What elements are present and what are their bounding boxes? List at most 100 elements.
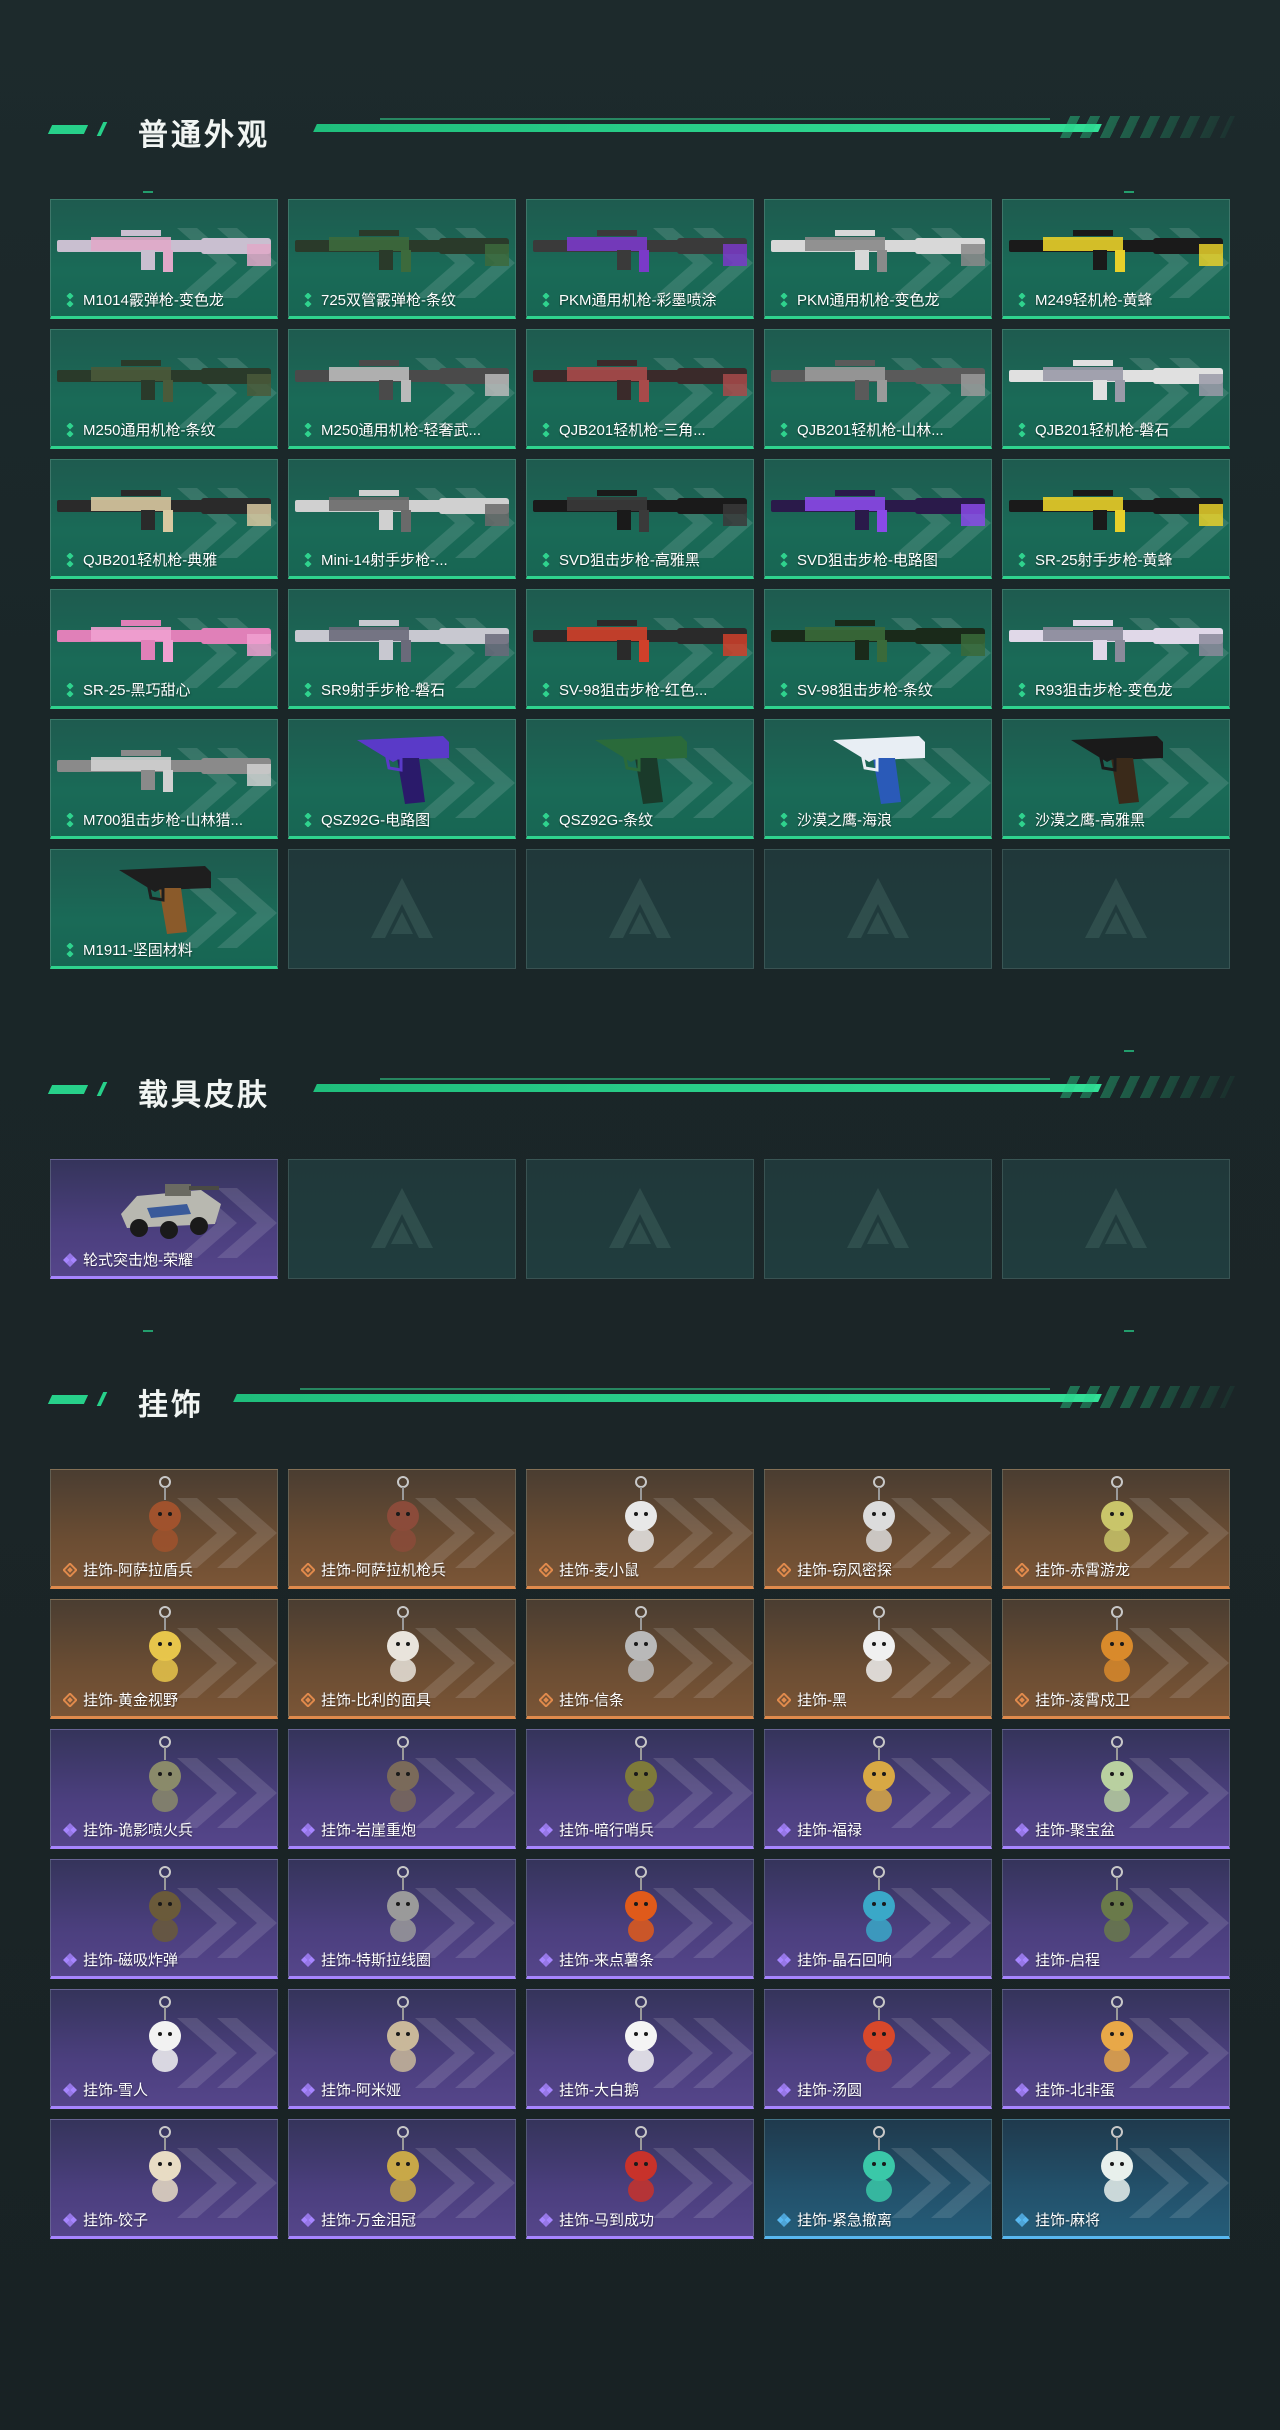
header-accent: [47, 1085, 89, 1094]
vehicle-card[interactable]: 轮式突击炮-荣耀: [50, 1159, 278, 1279]
charm-card[interactable]: 挂饰-岩崖重炮: [288, 1729, 516, 1849]
charm-card[interactable]: 挂饰-暗行哨兵: [526, 1729, 754, 1849]
skin-card[interactable]: M1014霰弹枪-变色龙: [50, 199, 278, 319]
skin-card[interactable]: M250通用机枪-条纹: [50, 329, 278, 449]
skin-card[interactable]: M1911-坚固材料: [50, 849, 278, 969]
diamond-dots-icon: [780, 293, 788, 307]
skin-card[interactable]: SVD狙击步枪-高雅黑: [526, 459, 754, 579]
skin-card[interactable]: QSZ92G-条纹: [526, 719, 754, 839]
charm-card[interactable]: 挂饰-黑: [764, 1599, 992, 1719]
diamond-dots-icon: [1018, 553, 1026, 567]
diamond-dots-icon: [542, 813, 550, 827]
charm-image: [387, 1606, 419, 1682]
empty-slot: [1002, 1159, 1230, 1279]
charm-card[interactable]: 挂饰-阿米娅: [288, 1989, 516, 2109]
charm-card[interactable]: 挂饰-启程: [1002, 1859, 1230, 1979]
diamond-dots-icon: [304, 553, 312, 567]
charm-image: [625, 1996, 657, 2072]
diamond-dots-icon: [542, 423, 550, 437]
purple-diamond-icon: [539, 1823, 553, 1837]
charm-card[interactable]: 挂饰-麻将: [1002, 2119, 1230, 2239]
weapon-image: [57, 230, 271, 272]
weapon-image: [57, 360, 271, 402]
charm-card[interactable]: 挂饰-汤圆: [764, 1989, 992, 2109]
skin-card[interactable]: QJB201轻机枪-山林...: [764, 329, 992, 449]
skin-card[interactable]: R93狙击步枪-变色龙: [1002, 589, 1230, 709]
item-name: 挂饰-北非蛋: [1035, 2082, 1115, 2099]
skin-card[interactable]: SR-25-黑巧甜心: [50, 589, 278, 709]
skin-card[interactable]: 725双管霰弹枪-条纹: [288, 199, 516, 319]
skin-card[interactable]: QJB201轻机枪-三角...: [526, 329, 754, 449]
section-header-skins: 普通外观: [47, 108, 1236, 152]
charm-image: [863, 1866, 895, 1942]
charm-card[interactable]: 挂饰-紧急撤离: [764, 2119, 992, 2239]
diamond-dots-icon: [66, 943, 74, 957]
skin-card[interactable]: PKM通用机枪-彩墨喷涂: [526, 199, 754, 319]
charm-card[interactable]: 挂饰-比利的面具: [288, 1599, 516, 1719]
skin-card[interactable]: 沙漠之鹰-海浪: [764, 719, 992, 839]
charm-card[interactable]: 挂饰-福禄: [764, 1729, 992, 1849]
charm-image: [387, 2126, 419, 2202]
charm-image: [149, 1996, 181, 2072]
skin-card[interactable]: SR-25射手步枪-黄蜂: [1002, 459, 1230, 579]
item-name: SV-98狙击步枪-红色...: [559, 682, 708, 699]
charm-card[interactable]: 挂饰-特斯拉线圈: [288, 1859, 516, 1979]
charm-image: [1101, 1736, 1133, 1812]
charm-card[interactable]: 挂饰-饺子: [50, 2119, 278, 2239]
weapon-image: [295, 360, 509, 402]
weapon-image: [771, 360, 985, 402]
item-name: M700狙击步枪-山林猎...: [83, 812, 244, 829]
charm-card[interactable]: 挂饰-麦小鼠: [526, 1469, 754, 1589]
charm-card[interactable]: 挂饰-雪人: [50, 1989, 278, 2109]
charm-card[interactable]: 挂饰-诡影喷火兵: [50, 1729, 278, 1849]
purple-diamond-icon: [301, 1953, 315, 1967]
skin-card[interactable]: M250通用机枪-轻奢武...: [288, 329, 516, 449]
weapon-image: [833, 736, 925, 804]
charm-card[interactable]: 挂饰-赤霄游龙: [1002, 1469, 1230, 1589]
diamond-dots-icon: [542, 683, 550, 697]
skin-card[interactable]: SR9射手步枪-磐石: [288, 589, 516, 709]
charm-image: [625, 1736, 657, 1812]
item-name: 挂饰-来点薯条: [559, 1952, 654, 1969]
charm-card[interactable]: 挂饰-聚宝盆: [1002, 1729, 1230, 1849]
weapon-image: [595, 736, 687, 804]
charm-card[interactable]: 挂饰-北非蛋: [1002, 1989, 1230, 2109]
skin-card[interactable]: QJB201轻机枪-典雅: [50, 459, 278, 579]
section-header-vehicles: 载具皮肤: [47, 1068, 1236, 1112]
item-name: QJB201轻机枪-磐石: [1035, 422, 1170, 439]
skin-card[interactable]: QSZ92G-电路图: [288, 719, 516, 839]
skin-card[interactable]: PKM通用机枪-变色龙: [764, 199, 992, 319]
diamond-dots-icon: [780, 813, 788, 827]
orange-diamond-icon: [301, 1693, 315, 1707]
skin-card[interactable]: SV-98狙击步枪-条纹: [764, 589, 992, 709]
divider-tick: [1124, 191, 1134, 193]
charm-card[interactable]: 挂饰-黄金视野: [50, 1599, 278, 1719]
item-name: 挂饰-启程: [1035, 1952, 1100, 1969]
purple-diamond-icon: [301, 2213, 315, 2227]
diamond-dots-icon: [542, 293, 550, 307]
charm-card[interactable]: 挂饰-阿萨拉机枪兵: [288, 1469, 516, 1589]
skin-card[interactable]: 沙漠之鹰-高雅黑: [1002, 719, 1230, 839]
charm-card[interactable]: 挂饰-大白鹅: [526, 1989, 754, 2109]
charm-card[interactable]: 挂饰-晶石回响: [764, 1859, 992, 1979]
item-name: 挂饰-凌霄戍卫: [1035, 1692, 1130, 1709]
charm-card[interactable]: 挂饰-窃风密探: [764, 1469, 992, 1589]
charm-card[interactable]: 挂饰-阿萨拉盾兵: [50, 1469, 278, 1589]
skin-card[interactable]: M249轻机枪-黄蜂: [1002, 199, 1230, 319]
skin-card[interactable]: SVD狙击步枪-电路图: [764, 459, 992, 579]
skin-card[interactable]: SV-98狙击步枪-红色...: [526, 589, 754, 709]
charm-card[interactable]: 挂饰-万金泪冠: [288, 2119, 516, 2239]
header-thin-line: [380, 118, 1050, 120]
charm-card[interactable]: 挂饰-来点薯条: [526, 1859, 754, 1979]
header-thin-line: [300, 1388, 1050, 1390]
diamond-dots-icon: [780, 423, 788, 437]
header-accent: [47, 1395, 89, 1404]
skin-card[interactable]: M700狙击步枪-山林猎...: [50, 719, 278, 839]
skin-card[interactable]: Mini-14射手步枪-...: [288, 459, 516, 579]
charm-card[interactable]: 挂饰-磁吸炸弹: [50, 1859, 278, 1979]
charm-card[interactable]: 挂饰-信条: [526, 1599, 754, 1719]
skin-card[interactable]: QJB201轻机枪-磐石: [1002, 329, 1230, 449]
charm-card[interactable]: 挂饰-凌霄戍卫: [1002, 1599, 1230, 1719]
item-name: M249轻机枪-黄蜂: [1035, 292, 1153, 309]
charm-card[interactable]: 挂饰-马到成功: [526, 2119, 754, 2239]
